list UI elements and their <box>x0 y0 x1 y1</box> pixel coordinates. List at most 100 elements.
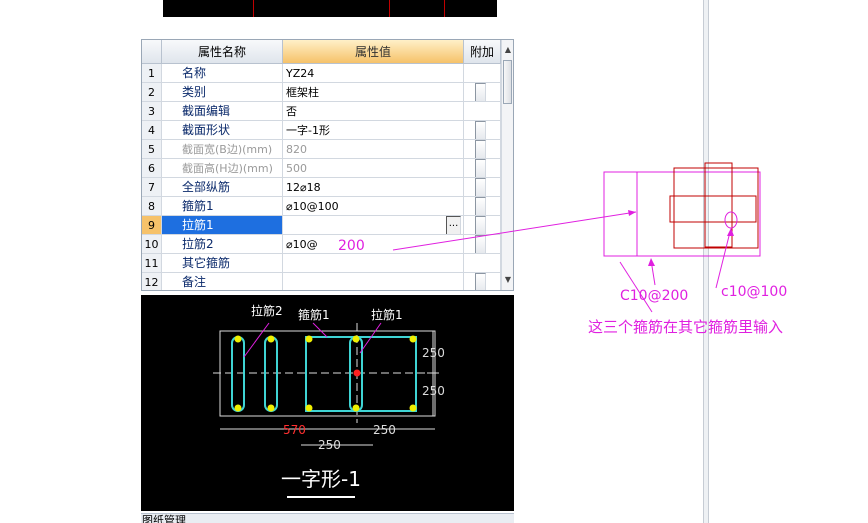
property-name-cell[interactable]: 类别 <box>162 83 283 102</box>
row-number: 12 <box>142 273 162 290</box>
extra-cell <box>464 121 501 140</box>
property-row[interactable]: 4 截面形状 一字-1形 <box>142 121 501 140</box>
header-row-number <box>142 40 162 64</box>
property-row[interactable]: 12 备注 <box>142 273 501 290</box>
property-name-cell[interactable]: 箍筋1 <box>162 197 283 216</box>
ellipsis-button[interactable]: ··· <box>446 216 461 234</box>
extra-cell <box>464 235 501 254</box>
annotation-200: 200 <box>338 238 365 254</box>
property-name-cell[interactable]: 其它箍筋 <box>162 254 283 273</box>
property-row[interactable]: 9 拉筋1 ··· <box>142 216 501 235</box>
extra-cell <box>464 273 501 290</box>
row-number: 7 <box>142 178 162 197</box>
leader-c10-100 <box>715 231 731 289</box>
property-row[interactable]: 6 截面高(H边)(mm) 500 <box>142 159 501 178</box>
property-row[interactable]: 11 其它箍筋 <box>142 254 501 273</box>
extra-checkbox[interactable] <box>475 159 486 177</box>
property-name-cell[interactable]: 备注 <box>162 273 283 290</box>
row-number: 4 <box>142 121 162 140</box>
row-number: 6 <box>142 159 162 178</box>
property-row[interactable]: 2 类别 框架柱 <box>142 83 501 102</box>
sketch-tie-marker <box>724 211 738 229</box>
extra-checkbox[interactable] <box>475 121 486 139</box>
scroll-down-arrow-icon[interactable]: ▼ <box>502 274 513 286</box>
property-value-cell[interactable]: 12⌀18 <box>283 178 464 197</box>
extra-checkbox[interactable] <box>475 140 486 158</box>
extra-cell <box>464 178 501 197</box>
sketch-outer-box <box>603 171 761 257</box>
property-name-cell[interactable]: 截面宽(B边)(mm) <box>162 140 283 159</box>
drawing-line <box>444 0 445 17</box>
drawing-line <box>389 0 390 17</box>
leader-c10-200 <box>650 259 656 286</box>
dim-250-mid: 250 <box>318 438 341 452</box>
property-value-cell[interactable]: 500 <box>283 159 464 178</box>
section-drawing: 拉筋2 箍筋1 拉筋1 250 250 570 250 250 一字形-1 <box>213 303 445 498</box>
arrowhead-icon <box>727 228 734 236</box>
extra-checkbox[interactable] <box>475 197 486 215</box>
property-value-cell[interactable]: 820 <box>283 140 464 159</box>
property-row[interactable]: 10 拉筋2 ⌀10@ <box>142 235 501 254</box>
property-value-cell[interactable]: YZ24 <box>283 64 464 83</box>
row-number: 1 <box>142 64 162 83</box>
property-value-cell[interactable]: 否 <box>283 102 464 121</box>
property-value-text: 一字-1形 <box>286 124 330 137</box>
sketch-tie-vertical <box>704 162 733 248</box>
property-row[interactable]: 8 箍筋1 ⌀10@100 <box>142 197 501 216</box>
panel-splitter[interactable] <box>703 0 709 523</box>
property-value-text: ⌀10@ <box>286 238 318 251</box>
property-name-cell[interactable]: 截面形状 <box>162 121 283 140</box>
property-value-cell[interactable]: ··· <box>283 216 464 235</box>
property-value-cell[interactable]: ⌀10@100 <box>283 197 464 216</box>
extra-checkbox[interactable] <box>475 216 486 234</box>
property-value-cell[interactable]: 一字-1形 <box>283 121 464 140</box>
grid-scrollbar[interactable]: ▲ ▼ <box>501 40 513 290</box>
property-row[interactable]: 5 截面宽(B边)(mm) 820 <box>142 140 501 159</box>
property-name-cell[interactable]: 截面高(H边)(mm) <box>162 159 283 178</box>
drawing-manager-tab[interactable]: 图纸管理 <box>141 513 514 523</box>
property-grid: 属性名称 属性值 附加 1 名称 YZ24 2 类别 框架柱 3 截面编辑否 4 截面形状 一字-1… <box>141 39 514 291</box>
extra-checkbox[interactable] <box>475 235 486 253</box>
property-value-cell[interactable]: ⌀10@ <box>283 235 464 254</box>
row-number: 3 <box>142 102 162 121</box>
property-name-cell[interactable]: 截面编辑 <box>162 102 283 121</box>
property-row[interactable]: 1 名称 YZ24 <box>142 64 501 83</box>
scroll-thumb[interactable] <box>503 60 512 104</box>
dim-250-right: 250 <box>373 423 396 437</box>
property-value-text: ⌀10@100 <box>286 200 339 213</box>
property-value-text: 500 <box>286 162 307 175</box>
extra-checkbox[interactable] <box>475 273 486 290</box>
extra-checkbox[interactable] <box>475 178 486 196</box>
property-value-text: 否 <box>286 105 297 118</box>
annotation-note: 这三个箍筋在其它箍筋里输入 <box>588 318 784 336</box>
sketch-tie-horizontal <box>669 195 757 223</box>
extra-checkbox[interactable] <box>475 83 486 101</box>
property-name-cell[interactable]: 拉筋2 <box>162 235 283 254</box>
property-name-cell[interactable]: 名称 <box>162 64 283 83</box>
property-name-cell[interactable]: 全部纵筋 <box>162 178 283 197</box>
property-row[interactable]: 7 全部纵筋 12⌀18 <box>142 178 501 197</box>
property-value-text: 820 <box>286 143 307 156</box>
property-row[interactable]: 3 截面编辑否 <box>142 102 501 121</box>
scroll-up-arrow-icon[interactable]: ▲ <box>502 44 513 56</box>
annotation-c10-200: C10@200 <box>620 288 689 304</box>
property-value-cell[interactable] <box>283 273 464 290</box>
row-number: 2 <box>142 83 162 102</box>
extra-cell <box>464 254 501 273</box>
header-property-value[interactable]: 属性值 <box>283 40 464 64</box>
label-tie-2: 拉筋2 <box>251 303 283 318</box>
extra-cell <box>464 159 501 178</box>
tie-2-right <box>264 336 278 412</box>
leader-stirrup-1 <box>312 322 328 338</box>
header-extra[interactable]: 附加 <box>464 40 501 64</box>
property-value-text: 框架柱 <box>286 86 319 99</box>
row-number: 9 <box>142 216 162 235</box>
drawing-line <box>253 0 254 17</box>
property-value-cell[interactable] <box>283 254 464 273</box>
upper-drawing-strip <box>163 0 497 17</box>
sketch-stirrup <box>673 167 759 249</box>
extra-cell <box>464 64 501 83</box>
property-value-cell[interactable]: 框架柱 <box>283 83 464 102</box>
property-name-cell[interactable]: 拉筋1 <box>162 216 283 235</box>
header-property-name[interactable]: 属性名称 <box>162 40 283 64</box>
